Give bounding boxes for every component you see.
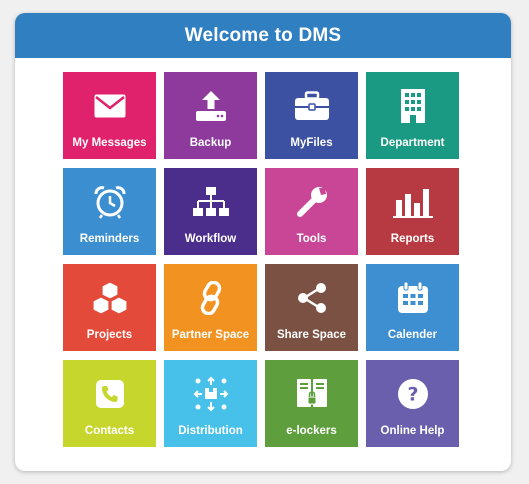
tile-reminders[interactable]: Reminders <box>63 168 156 255</box>
cubes-icon <box>63 280 156 316</box>
tile-label: MyFiles <box>290 137 333 149</box>
tile-label: Department <box>380 137 445 149</box>
tile-e-lockers[interactable]: e-lockers <box>265 360 358 447</box>
tile-label: My Messages <box>72 137 147 149</box>
tile-reports[interactable]: Reports <box>366 168 459 255</box>
tile-contacts[interactable]: Contacts <box>63 360 156 447</box>
briefcase-icon <box>265 88 358 124</box>
alarm-clock-icon <box>63 184 156 220</box>
org-chart-icon <box>164 184 257 220</box>
svg-text:?: ? <box>407 384 418 406</box>
tile-distribution[interactable]: Distribution <box>164 360 257 447</box>
tile-online-help[interactable]: ? Online Help <box>366 360 459 447</box>
tile-label: Share Space <box>276 329 347 341</box>
tile-label: Distribution <box>178 425 243 437</box>
link-icon <box>164 280 257 316</box>
tile-my-messages[interactable]: My Messages <box>63 72 156 159</box>
tile-label: Workflow <box>184 233 237 245</box>
tile-label: Projects <box>86 329 133 341</box>
phone-icon <box>63 376 156 412</box>
tile-backup[interactable]: Backup <box>164 72 257 159</box>
share-icon <box>265 280 358 316</box>
tile-share-space[interactable]: Share Space <box>265 264 358 351</box>
tile-workflow[interactable]: Workflow <box>164 168 257 255</box>
tile-label: Tools <box>296 233 327 245</box>
wrench-icon <box>265 184 358 220</box>
tile-projects[interactable]: Projects <box>63 264 156 351</box>
tile-tools[interactable]: Tools <box>265 168 358 255</box>
upload-drive-icon <box>164 88 257 124</box>
panel-header: Welcome to DMS <box>15 13 511 58</box>
envelope-icon <box>63 88 156 124</box>
tile-myfiles[interactable]: MyFiles <box>265 72 358 159</box>
tile-label: e-lockers <box>286 425 337 437</box>
tile-label: Partner Space <box>171 329 250 341</box>
module-grid: My Messages Backup MyFiles Department Re… <box>63 72 459 447</box>
tile-label: Reports <box>390 233 435 245</box>
tile-label: Contacts <box>84 425 135 437</box>
calendar-icon <box>366 280 459 316</box>
bar-chart-icon <box>366 184 459 220</box>
tile-department[interactable]: Department <box>366 72 459 159</box>
tile-label: Reminders <box>79 233 140 245</box>
tile-label: Backup <box>189 137 232 149</box>
building-icon <box>366 88 459 124</box>
distribution-icon <box>164 376 257 412</box>
lockers-icon <box>265 376 358 412</box>
dms-welcome-panel: Welcome to DMS My Messages Backup MyFile… <box>15 13 511 471</box>
tile-label: Online Help <box>380 425 445 437</box>
tile-partner-space[interactable]: Partner Space <box>164 264 257 351</box>
page-title: Welcome to DMS <box>184 24 342 46</box>
help-icon: ? <box>366 376 459 412</box>
tile-calender[interactable]: Calender <box>366 264 459 351</box>
tile-label: Calender <box>387 329 438 341</box>
